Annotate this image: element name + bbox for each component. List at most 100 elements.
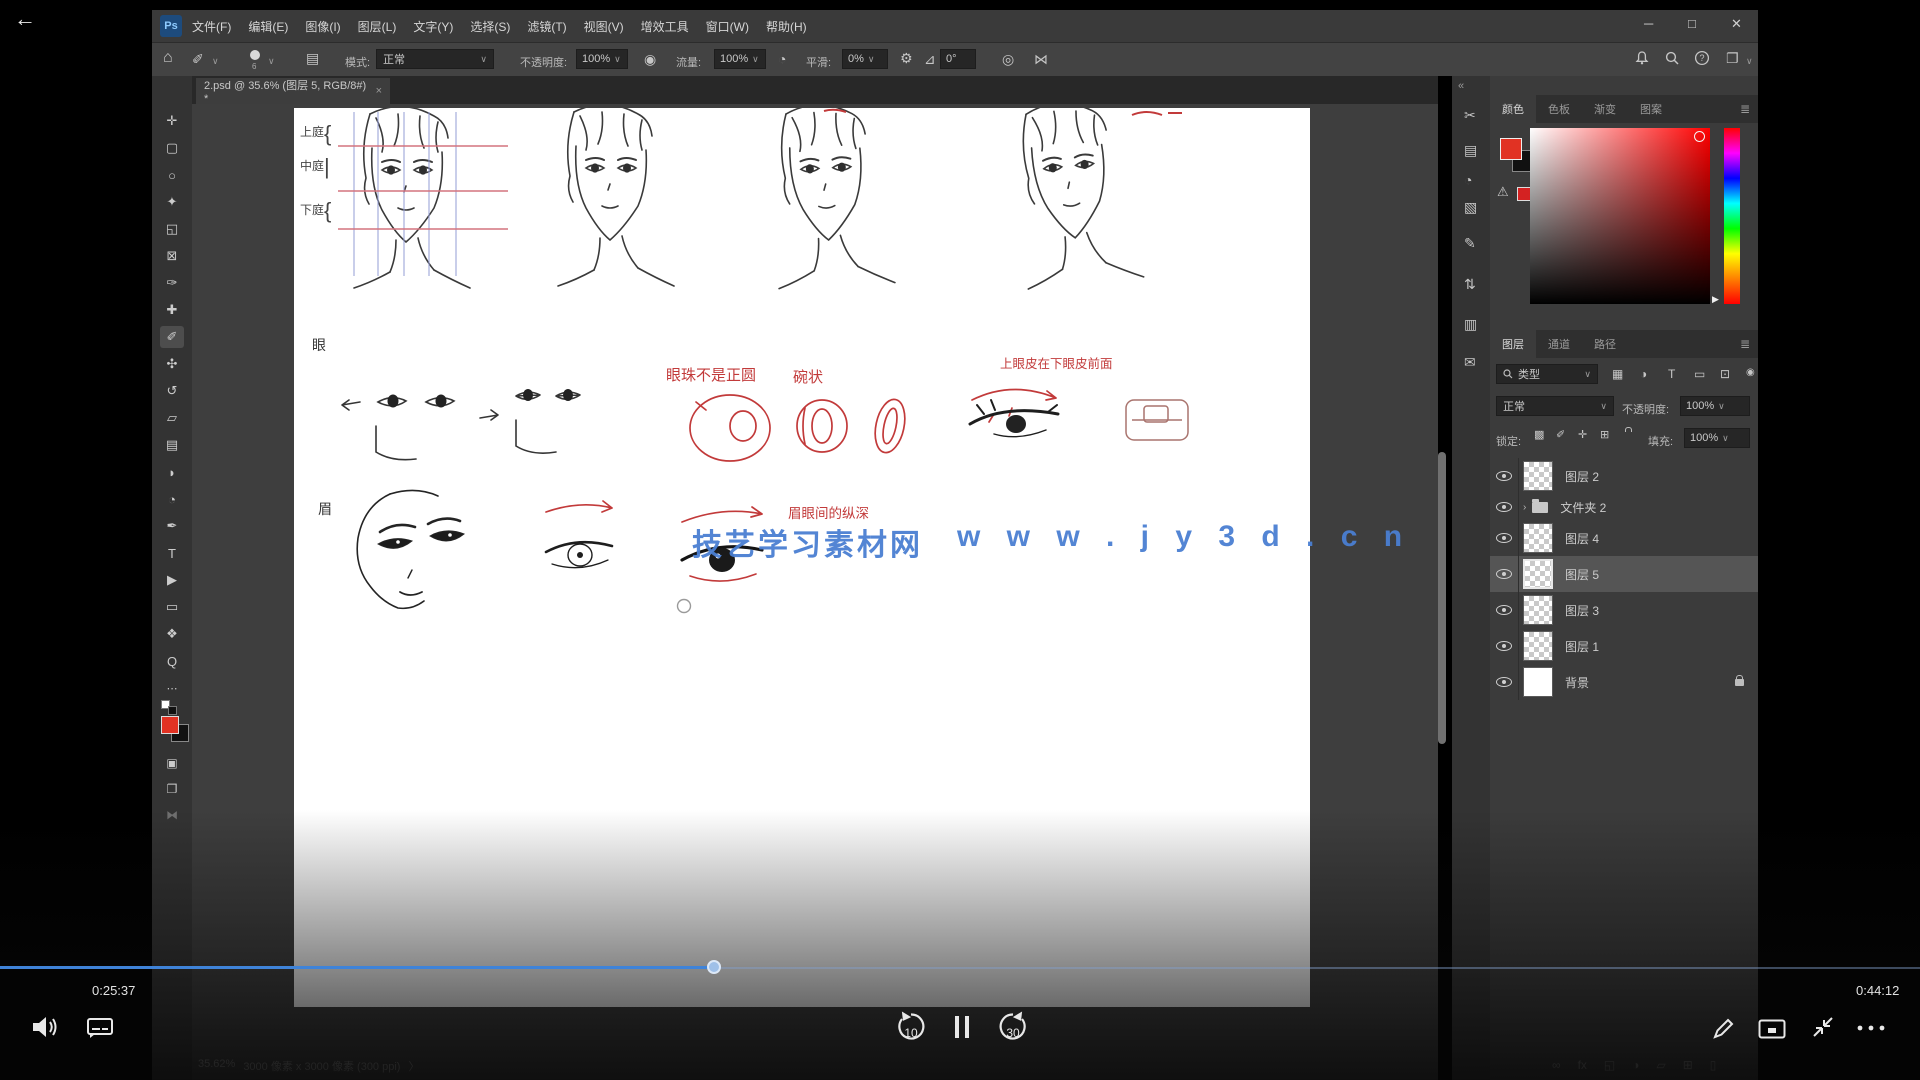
tab-color[interactable]: 颜色 [1490,95,1536,123]
minimize-button[interactable]: ─ [1644,16,1653,31]
hand-tool[interactable]: ❖ [160,623,184,645]
blur-tool[interactable]: ◗ [160,461,184,483]
opacity-pressure-icon[interactable]: ◉ [644,52,656,66]
screen-mode-icon[interactable]: ❐ [160,778,184,800]
menu-select[interactable]: 选择(S) [470,18,510,35]
clone-stamp-tool[interactable]: ✣ [160,353,184,375]
pressure-size-icon[interactable]: ◎ [1002,52,1014,66]
color-field-cursor[interactable] [1694,131,1705,142]
opacity-value[interactable]: 100%∨ [576,49,628,69]
zoom-tool[interactable]: Q [160,650,184,672]
layer-thumbnail[interactable] [1523,523,1553,553]
exit-fullscreen-icon[interactable] [1810,1014,1836,1040]
tab-paths[interactable]: 路径 [1582,330,1628,358]
canvas-vertical-scrollbar[interactable] [1438,452,1446,744]
subtitles-icon[interactable] [86,1016,114,1040]
volume-icon[interactable] [30,1014,60,1040]
layer-thumbnail[interactable] [1523,667,1553,697]
menu-type[interactable]: 文字(Y) [413,18,453,35]
eyedropper-tool[interactable]: ✑ [160,272,184,294]
layer-row[interactable]: 图层 4 [1490,520,1758,556]
menu-filter[interactable]: 滤镜(T) [527,18,566,35]
close-button[interactable]: ✕ [1731,16,1742,32]
filter-type-layers-icon[interactable]: T [1668,368,1675,380]
menu-file[interactable]: 文件(F) [192,18,231,35]
layer-row-selected[interactable]: 图层 5 [1490,556,1758,592]
layer-row[interactable]: 图层 1 [1490,628,1758,664]
gradient-tool[interactable]: ▤ [160,434,184,456]
visibility-eye-icon[interactable] [1490,664,1519,700]
shape-tool[interactable]: ▭ [160,596,184,618]
group-name[interactable]: 文件夹 2 [1560,499,1606,516]
gamut-warning-swatch[interactable] [1517,187,1531,201]
tab-close-icon[interactable]: × [376,85,382,97]
maximize-button[interactable]: □ [1688,16,1696,31]
layer-name[interactable]: 背景 [1565,674,1589,691]
filter-pixel-layers-icon[interactable]: ▦ [1612,368,1623,380]
visibility-eye-icon[interactable] [1490,556,1519,592]
menu-view[interactable]: 视图(V) [584,18,624,35]
color-field[interactable] [1530,128,1710,304]
group-expand-icon[interactable]: › [1523,502,1526,513]
layer-name[interactable]: 图层 2 [1565,468,1599,485]
panel-icon-brushes[interactable]: ✎ [1464,236,1476,250]
layer-name[interactable]: 图层 1 [1565,638,1599,655]
layer-thumbnail[interactable] [1523,559,1553,589]
lock-artboard-icon[interactable]: ⊞ [1600,430,1609,441]
lock-transparent-icon[interactable]: ▩ [1534,430,1544,441]
layer-row[interactable]: 图层 2 [1490,458,1758,494]
panel-foreground-swatch[interactable] [1500,138,1522,160]
group-row[interactable]: › 文件夹 2 [1490,494,1758,520]
panel-icon-libraries[interactable]: ▤ [1464,143,1477,157]
layer-filter-select[interactable]: 类型 ∨ [1496,364,1598,384]
search-icon[interactable] [1664,50,1680,66]
quick-mask-icon[interactable]: ▣ [160,752,184,774]
pen-tool[interactable]: ✒ [160,515,184,537]
eraser-tool[interactable]: ▱ [160,407,184,429]
filter-shape-layers-icon[interactable]: ▭ [1694,368,1705,380]
brush-panel-toggle-icon[interactable]: ▤ [306,51,319,65]
panel-icon-glyphs[interactable]: ▥ [1464,317,1477,331]
pause-button[interactable] [952,1014,972,1040]
tab-gradients[interactable]: 渐变 [1582,95,1628,123]
document-tab[interactable]: 2.psd @ 35.6% (图层 5, RGB/8#) * × [196,78,390,104]
hue-slider[interactable] [1724,128,1740,304]
filter-pin-icon[interactable]: ◉ [1746,368,1755,378]
brush-tool-icon[interactable]: ✐ [192,52,204,66]
layer-thumbnail[interactable] [1523,595,1553,625]
more-options-icon[interactable] [1856,1024,1886,1032]
help-icon[interactable]: ? [1694,50,1710,66]
panel-icon-patterns[interactable]: ▧ [1464,200,1477,214]
home-icon[interactable]: ⌂ [163,50,173,66]
smoothing-gear-icon[interactable]: ⚙ [900,51,913,65]
layer-name[interactable]: 图层 5 [1565,566,1599,583]
panel-icon-history[interactable]: ✂ [1464,108,1476,122]
smoothing-value[interactable]: 0%∨ [842,49,888,69]
panel-icon-paragraph[interactable]: ⇅ [1464,277,1476,291]
panel-icon-comments[interactable]: ✉ [1464,355,1476,369]
color-panel-menu-icon[interactable]: ≣ [1740,102,1750,116]
frame-tool[interactable]: ⊠ [160,245,184,267]
brush-angle-value[interactable]: 0° [940,49,976,69]
brush-preset-icon[interactable] [250,50,260,60]
move-tool[interactable]: ✛ [160,110,184,132]
progress-bar-remaining[interactable] [714,967,1920,969]
layer-name[interactable]: 图层 4 [1565,530,1599,547]
back-arrow-icon[interactable]: ← [14,6,36,32]
background-layer-row[interactable]: 背景 [1490,664,1758,700]
tab-swatches[interactable]: 色板 [1536,95,1582,123]
rewind-10-button[interactable]: 10 [894,1010,928,1046]
dodge-tool[interactable]: ◔ [160,488,184,510]
layer-blend-mode-select[interactable]: 正常∨ [1496,396,1614,416]
visibility-eye-icon[interactable] [1490,520,1519,556]
tab-channels[interactable]: 通道 [1536,330,1582,358]
filter-adjustment-layers-icon[interactable]: ◑ [1640,368,1647,380]
visibility-eye-icon[interactable] [1490,458,1519,494]
menu-help[interactable]: 帮助(H) [766,18,807,35]
layer-name[interactable]: 图层 3 [1565,602,1599,619]
marquee-tool[interactable]: ▢ [160,137,184,159]
layer-row[interactable]: 图层 3 [1490,592,1758,628]
lasso-tool[interactable]: ○ [160,164,184,186]
layer-thumbnail[interactable] [1523,461,1553,491]
layers-panel-menu-icon[interactable]: ≣ [1740,337,1750,351]
